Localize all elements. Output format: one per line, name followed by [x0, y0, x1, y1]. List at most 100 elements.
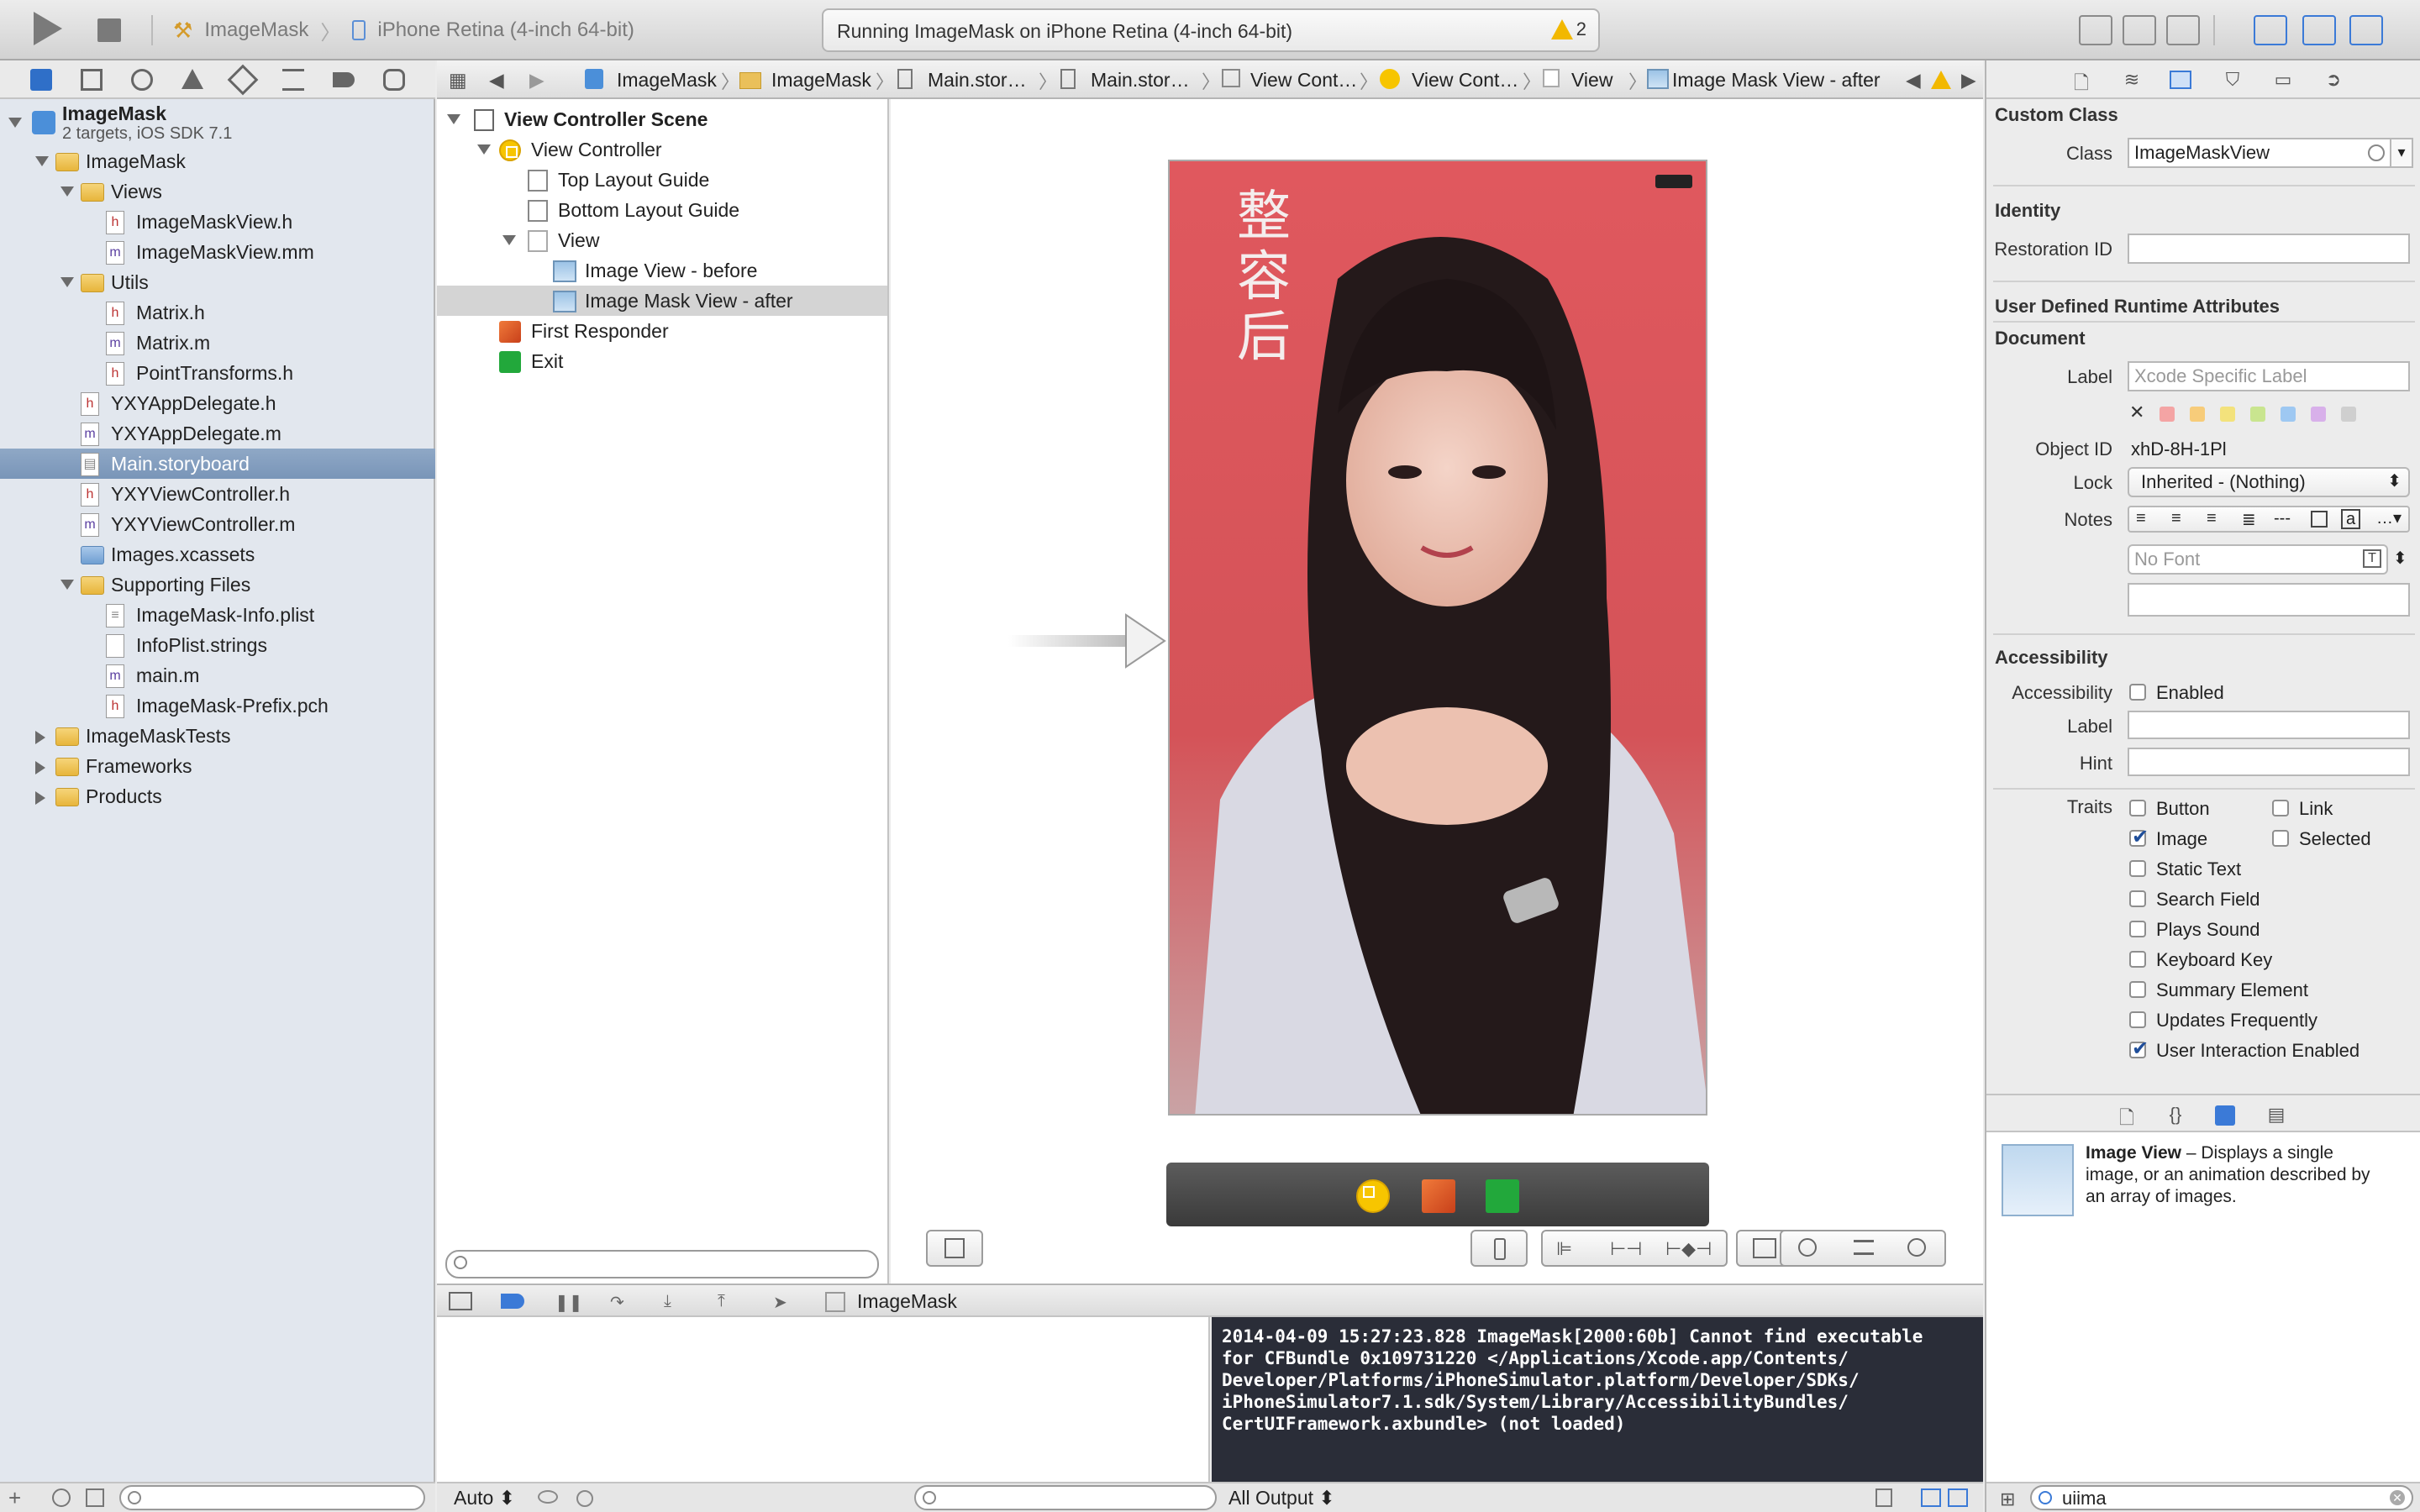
disclosure-triangle-icon[interactable]: [60, 580, 74, 590]
trait-checkbox[interactable]: [2129, 800, 2146, 816]
show-variables-icon[interactable]: [1921, 1488, 1941, 1507]
trait-checkbox[interactable]: [2272, 800, 2289, 816]
accessibility-label-field[interactable]: [2128, 711, 2410, 739]
file-tree-item[interactable]: ImageMask: [0, 146, 435, 176]
jumpbar-item-storyboard-base[interactable]: Main.stor…: [1091, 69, 1190, 92]
previous-issue-icon[interactable]: ◀: [1906, 69, 1921, 92]
source-control-filter-icon[interactable]: [86, 1488, 104, 1507]
search-nav-icon[interactable]: [131, 69, 153, 91]
outline-view-controller[interactable]: View Controller: [437, 134, 887, 165]
align-center-icon[interactable]: ≡: [2171, 509, 2181, 528]
disclosure-triangle-icon[interactable]: [35, 761, 45, 774]
zoom-in-icon[interactable]: [1907, 1238, 1926, 1257]
notes-text-area[interactable]: [2128, 583, 2410, 617]
file-tree-item[interactable]: Views: [0, 176, 435, 207]
simulate-location-icon[interactable]: ➤: [773, 1292, 797, 1312]
navigator-toggle-icon[interactable]: [2254, 15, 2287, 45]
label-color-swatch[interactable]: [2160, 407, 2175, 422]
restoration-id-field[interactable]: [2128, 234, 2410, 264]
code-snippet-icon[interactable]: {}: [2165, 1104, 2186, 1126]
accessibility-hint-field[interactable]: [2128, 748, 2410, 776]
more-options-icon[interactable]: …▾: [2376, 507, 2402, 528]
file-tree-item[interactable]: ≡ ImageMask-Info.plist: [0, 600, 435, 630]
outline-exit[interactable]: Exit: [437, 346, 887, 376]
file-tree-item[interactable]: m ImageMaskView.mm: [0, 237, 435, 267]
outline-bottom-layout-guide[interactable]: Bottom Layout Guide: [437, 195, 887, 225]
project-root[interactable]: ImageMask 2 targets, iOS SDK 7.1: [0, 99, 435, 146]
disclosure-triangle-icon[interactable]: [60, 277, 74, 287]
variables-view[interactable]: [437, 1317, 1210, 1482]
file-tree-item[interactable]: h Matrix.h: [0, 297, 435, 328]
natural-align-icon[interactable]: ---: [2274, 509, 2291, 528]
add-icon[interactable]: +: [8, 1485, 21, 1511]
identity-inspector-icon[interactable]: [2170, 71, 2191, 89]
library-item-image-view[interactable]: Image View – Displays a single image, or…: [1986, 1132, 2420, 1233]
trait-checkbox[interactable]: [2129, 981, 2146, 998]
label-color-swatch[interactable]: [2281, 407, 2296, 422]
standard-editor-icon[interactable]: [2079, 15, 2112, 45]
warning-indicator[interactable]: 2: [1550, 18, 1586, 40]
pause-icon[interactable]: ❚❚: [555, 1292, 583, 1312]
pin-icon[interactable]: ⊢⊣: [1610, 1238, 1642, 1260]
grid-view-icon[interactable]: ⊞: [2000, 1488, 2015, 1510]
jumpbar-item-group[interactable]: ImageMask: [771, 69, 871, 92]
attributes-inspector-icon[interactable]: ⛉: [2222, 69, 2244, 91]
object-library-icon[interactable]: [2215, 1105, 2235, 1126]
warning-icon[interactable]: [1931, 71, 1951, 89]
issue-nav-icon[interactable]: [182, 69, 203, 89]
outline-image-mask-view-after[interactable]: Image Mask View - after: [437, 286, 887, 316]
symbol-nav-icon[interactable]: [81, 69, 103, 91]
show-console-icon[interactable]: [1948, 1488, 1968, 1507]
image-mask-view-after[interactable]: 整容后: [1168, 160, 1707, 1116]
output-select[interactable]: All Output ⬍: [1228, 1487, 1335, 1509]
trait-checkbox[interactable]: [2129, 825, 2149, 849]
step-over-icon[interactable]: ↷: [610, 1292, 634, 1312]
trait-checkbox[interactable]: [2129, 1011, 2146, 1028]
step-out-icon[interactable]: ⤒: [718, 1292, 741, 1310]
recent-files-icon[interactable]: [52, 1488, 71, 1507]
file-tree-item[interactable]: m YXYViewController.m: [0, 509, 435, 539]
font-picker-icon[interactable]: T: [2363, 549, 2381, 568]
align-right-icon[interactable]: ≡: [2207, 509, 2217, 528]
jumpbar-item-storyboard[interactable]: Main.stor…: [928, 69, 1027, 92]
log-nav-icon[interactable]: [383, 69, 405, 91]
clear-search-icon[interactable]: ✕: [2390, 1490, 2405, 1505]
accessibility-enabled-checkbox[interactable]: [2129, 684, 2146, 701]
disclosure-triangle-icon[interactable]: [447, 114, 460, 124]
activity-viewer[interactable]: Running ImageMask on iPhone Retina (4-in…: [822, 8, 1600, 52]
file-tree-item[interactable]: m YXYAppDelegate.m: [0, 418, 435, 449]
label-color-swatch[interactable]: [2220, 407, 2235, 422]
file-tree-item[interactable]: h YXYAppDelegate.h: [0, 388, 435, 418]
resolve-icon[interactable]: ⊢◆⊣: [1665, 1238, 1712, 1260]
trait-checkbox[interactable]: [2129, 1037, 2149, 1061]
label-color-swatch[interactable]: [2311, 407, 2326, 422]
toggle-outline-button[interactable]: [926, 1230, 983, 1267]
breakpoints-toggle-icon[interactable]: [501, 1294, 524, 1309]
quick-help-icon[interactable]: ≋: [2121, 69, 2143, 91]
debug-nav-icon[interactable]: [282, 69, 304, 91]
test-nav-icon[interactable]: [227, 64, 259, 96]
utilities-toggle-icon[interactable]: [2349, 15, 2383, 45]
file-tree-item[interactable]: Supporting Files: [0, 570, 435, 600]
file-template-icon[interactable]: 🗋: [2116, 1104, 2138, 1128]
trait-checkbox[interactable]: [2272, 830, 2289, 847]
jumpbar-item-view-controller[interactable]: View Cont…: [1412, 69, 1518, 92]
connections-inspector-icon[interactable]: ➲: [2323, 69, 2344, 91]
exit-icon[interactable]: [1486, 1179, 1519, 1213]
stop-button[interactable]: [97, 18, 121, 42]
trash-icon[interactable]: [1876, 1488, 1892, 1507]
file-tree-item[interactable]: Frameworks: [0, 751, 435, 781]
align-icon[interactable]: ⊫: [1556, 1238, 1572, 1260]
breakpoint-nav-icon[interactable]: [333, 72, 355, 87]
disclosure-triangle-icon[interactable]: [35, 731, 45, 744]
background-color-icon[interactable]: a: [2341, 509, 2361, 529]
outline-first-responder[interactable]: First Responder: [437, 316, 887, 346]
go-to-class-icon[interactable]: [2368, 144, 2385, 161]
navigator-filter-input[interactable]: [119, 1485, 425, 1510]
size-inspector-icon[interactable]: ▭: [2272, 69, 2294, 91]
outline-filter-input[interactable]: [445, 1250, 879, 1278]
trait-checkbox[interactable]: [2129, 921, 2146, 937]
scheme-selector[interactable]: ⚒ ImageMask 〉 iPhone Retina (4-inch 64-b…: [173, 15, 634, 45]
trait-checkbox[interactable]: [2129, 860, 2146, 877]
media-library-icon[interactable]: ▤: [2265, 1104, 2287, 1126]
